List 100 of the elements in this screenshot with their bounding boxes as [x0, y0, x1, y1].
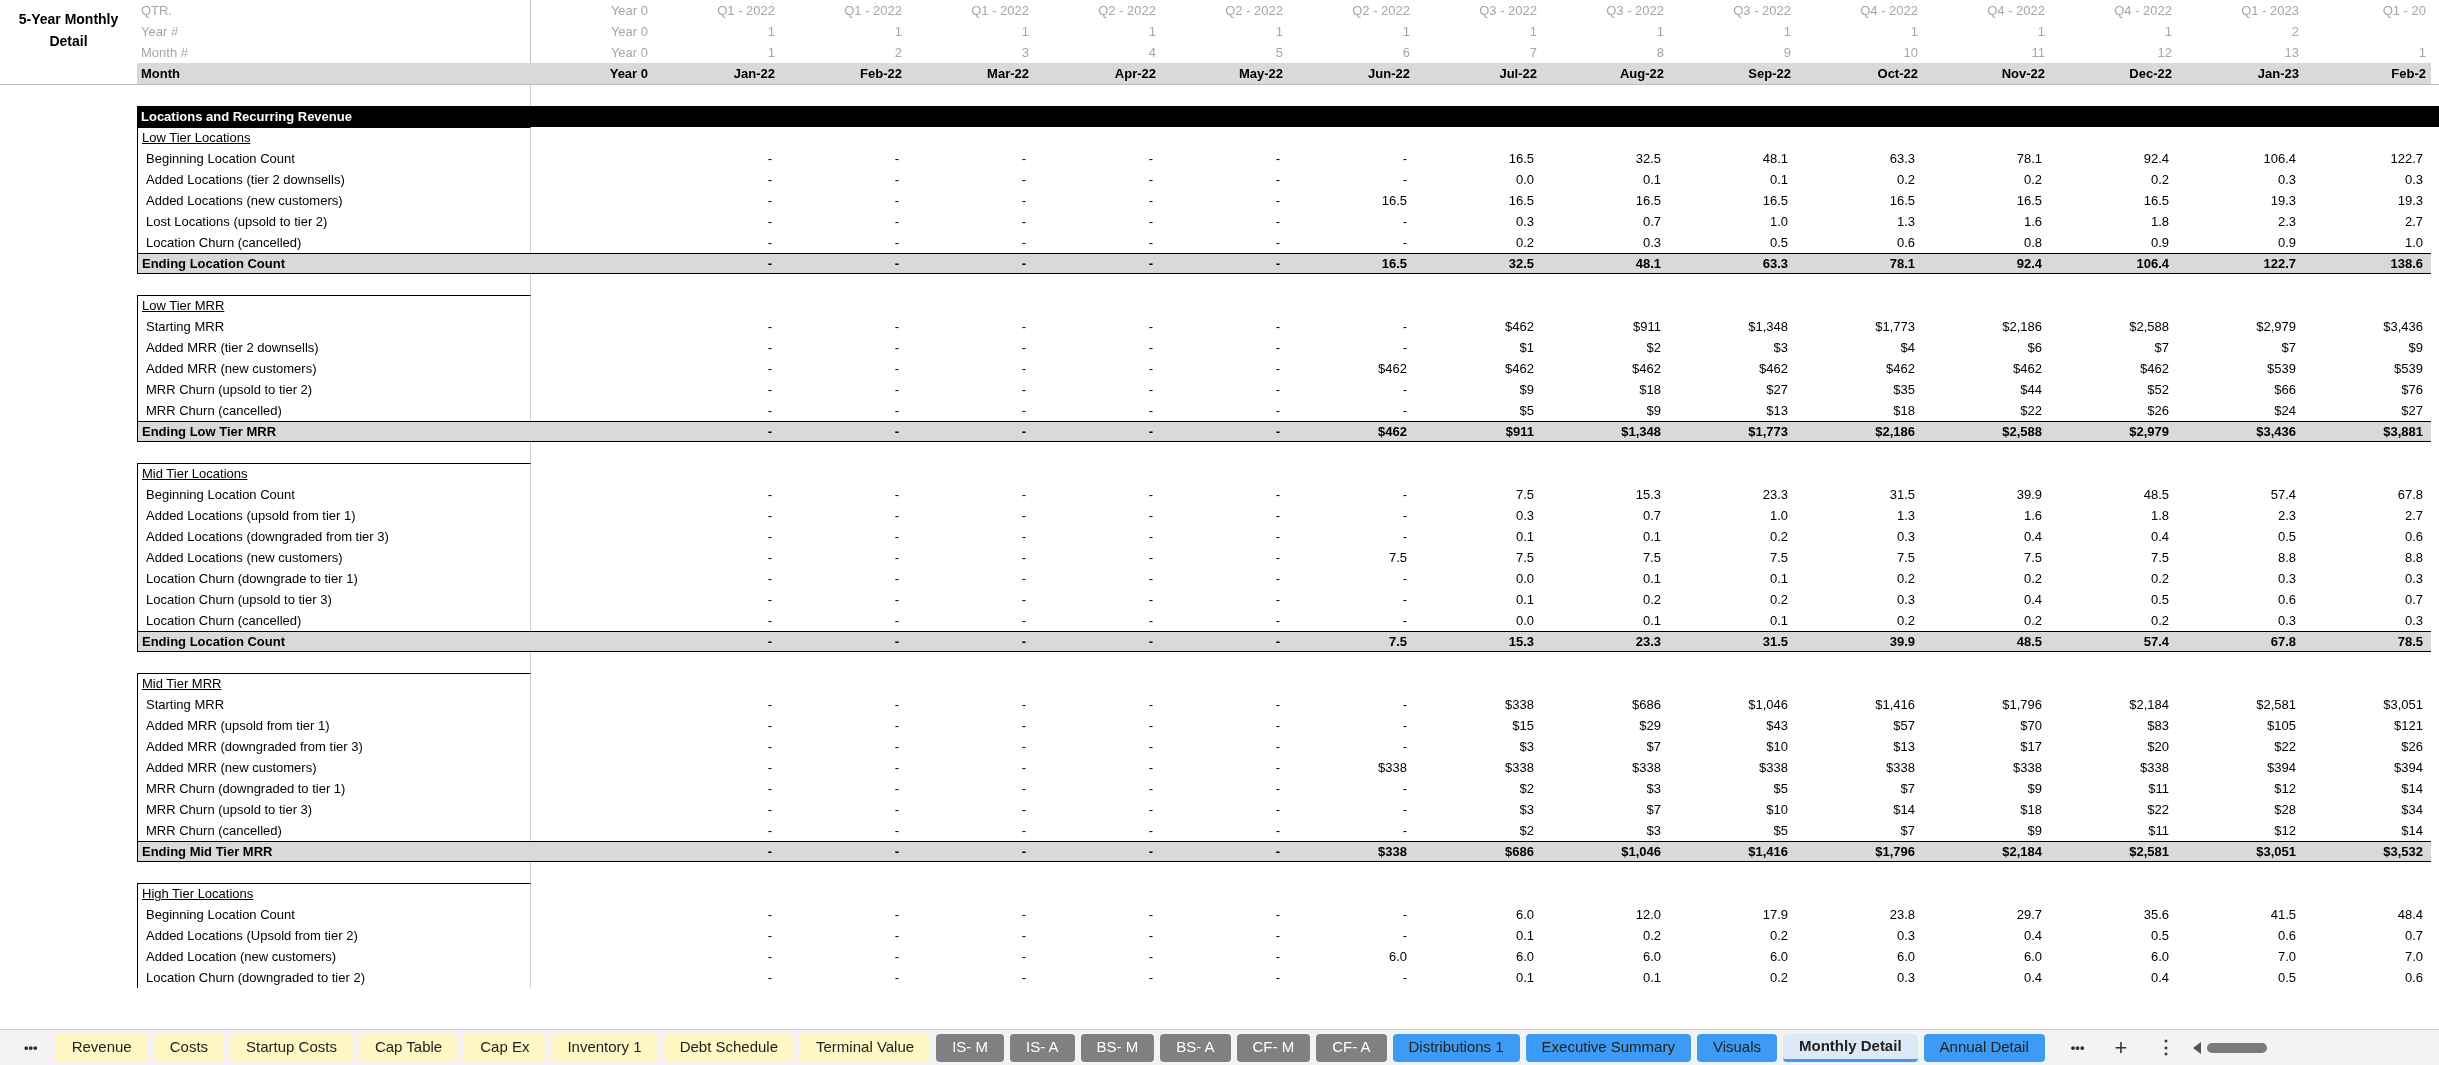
table-cell-text: - — [767, 737, 772, 756]
more-sheets-button[interactable]: ••• — [12, 1033, 50, 1062]
table-cell-text: - — [894, 212, 899, 231]
table-cell-text: 0.4 — [2150, 527, 2169, 546]
table-cell-text: - — [1275, 821, 1280, 840]
table-cell-text: - — [767, 359, 772, 378]
sheet-tab[interactable]: IS- M — [936, 1033, 1004, 1062]
table-cell-text: - — [1402, 170, 1407, 189]
table-cell-text: $1,773 — [1748, 422, 1788, 441]
header-value: 1 — [767, 22, 775, 41]
table-cell-text: 15.3 — [1508, 632, 1534, 651]
row-label: Location Churn (downgraded to tier 2) — [146, 968, 365, 987]
table-cell-text: $3 — [1519, 800, 1534, 819]
table-cell-text: 29.7 — [2016, 905, 2042, 924]
sheet-tab[interactable]: Cap Ex — [464, 1033, 546, 1062]
sheet-tab[interactable]: CF- A — [1316, 1033, 1387, 1062]
sheet-tab[interactable]: Startup Costs — [230, 1033, 353, 1062]
column-header: Jul-22 — [1499, 64, 1537, 83]
table-cell-text: $338 — [2013, 758, 2042, 777]
header-value: 1 — [1783, 22, 1791, 41]
table-cell-text: - — [1021, 947, 1026, 966]
scroll-left-icon[interactable] — [2193, 1041, 2202, 1054]
section-banner: Locations and Recurring Revenue — [137, 106, 2439, 127]
sheet-tab[interactable]: Revenue — [55, 1033, 148, 1062]
sheet-tab[interactable]: BS- M — [1080, 1033, 1155, 1062]
sheet-tab[interactable]: CF- M — [1236, 1033, 1311, 1062]
table-cell-text: - — [1275, 191, 1280, 210]
table-cell-text: $27 — [1766, 380, 1788, 399]
table-cell-text: - — [767, 254, 772, 273]
table-cell-text: 2.7 — [2404, 212, 2423, 231]
table-cell-text: - — [1021, 170, 1026, 189]
scrollbar-thumb[interactable] — [2207, 1042, 2268, 1053]
table-cell-text: - — [1148, 842, 1153, 861]
table-cell-text: - — [1275, 401, 1280, 420]
column-header: Aug-22 — [1619, 64, 1664, 83]
table-cell-text: - — [1402, 212, 1407, 231]
table-cell-text: 6.0 — [1642, 947, 1661, 966]
row-label: Beginning Location Count — [146, 485, 295, 504]
sheet-tab[interactable]: Monthly Detail — [1783, 1033, 1918, 1062]
table-cell-text: $462 — [1886, 359, 1915, 378]
table-cell-text: $12 — [2274, 821, 2296, 840]
table-cell-text: - — [1275, 380, 1280, 399]
more-sheets-button[interactable]: ••• — [2058, 1033, 2097, 1062]
table-cell-text: 0.3 — [1642, 233, 1661, 252]
table-cell-text: - — [1402, 737, 1407, 756]
table-cell-text: - — [767, 317, 772, 336]
header-value: Q3 - 2022 — [1479, 1, 1537, 20]
table-cell-text: - — [1275, 548, 1280, 567]
sheet-tab[interactable]: BS- A — [1160, 1033, 1231, 1062]
sheet-tab[interactable]: Cap Table — [358, 1033, 459, 1062]
sheet-tab[interactable]: Distributions 1 — [1392, 1033, 1520, 1062]
table-cell-text: - — [1021, 212, 1026, 231]
sheet-tab[interactable]: Costs — [153, 1033, 225, 1062]
table-cell-text: 8.8 — [2277, 548, 2296, 567]
table-cell-text: $3 — [1646, 821, 1661, 840]
header-value: Q1 - 2022 — [971, 1, 1029, 20]
add-sheet-button[interactable]: + — [2102, 1033, 2140, 1062]
table-cell-text: 1.6 — [2023, 212, 2042, 231]
table-cell-text: - — [1275, 800, 1280, 819]
header-value: Q2 - 2022 — [1098, 1, 1156, 20]
section-title: Mid Tier Locations — [142, 465, 248, 484]
header-value: 12 — [2157, 43, 2172, 62]
table-cell-text: - — [1021, 695, 1026, 714]
table-cell-text: 78.1 — [2016, 149, 2042, 168]
sheet-tab[interactable]: IS- A — [1010, 1033, 1075, 1062]
sheet-tab[interactable]: Annual Detail — [1923, 1033, 2045, 1062]
table-cell-text: 23.8 — [1889, 905, 1915, 924]
sheet-tab[interactable]: Terminal Value — [800, 1033, 931, 1062]
header-value: 1 — [1656, 22, 1664, 41]
table-cell-text: $7 — [1646, 737, 1661, 756]
table-cell-text: - — [894, 800, 899, 819]
table-cell-text: 0.2 — [1642, 590, 1661, 609]
table-cell-text: $5 — [1519, 401, 1534, 420]
sheet-tab[interactable]: Visuals — [1696, 1033, 1778, 1062]
row-label: Added MRR (new customers) — [146, 359, 317, 378]
sheet-tab[interactable]: Debt Schedule — [663, 1033, 795, 1062]
table-cell-text: 48.5 — [2016, 632, 2042, 651]
table-cell-text: $1,046 — [1621, 842, 1661, 861]
header-value: 1 — [1910, 22, 1918, 41]
row-header: Month — [141, 64, 180, 83]
table-cell-text: - — [1021, 506, 1026, 525]
table-cell-text: - — [1021, 233, 1026, 252]
options-button[interactable]: ⋮ — [2145, 1033, 2188, 1062]
table-cell-text: $462 — [2013, 359, 2042, 378]
table-cell-text: - — [767, 170, 772, 189]
table-cell-text: $9 — [2027, 821, 2042, 840]
table-cell-text: - — [1021, 359, 1026, 378]
table-cell-text: 0.1 — [1642, 968, 1661, 987]
column-header: Sep-22 — [1748, 64, 1791, 83]
table-cell-text: $2,184 — [2129, 695, 2169, 714]
table-cell-text: - — [1275, 254, 1280, 273]
header-value: Q3 - 2022 — [1606, 1, 1664, 20]
table-cell-text: - — [1148, 716, 1153, 735]
table-cell-text: $20 — [2147, 737, 2169, 756]
header-value: 1 — [2418, 43, 2426, 62]
sheet-tab[interactable]: Inventory 1 — [551, 1033, 658, 1062]
sheet-tab[interactable]: Executive Summary — [1525, 1033, 1691, 1062]
table-cell-text: 0.5 — [1769, 233, 1788, 252]
table-cell-text: 48.1 — [1762, 149, 1788, 168]
table-cell-text: - — [894, 842, 899, 861]
